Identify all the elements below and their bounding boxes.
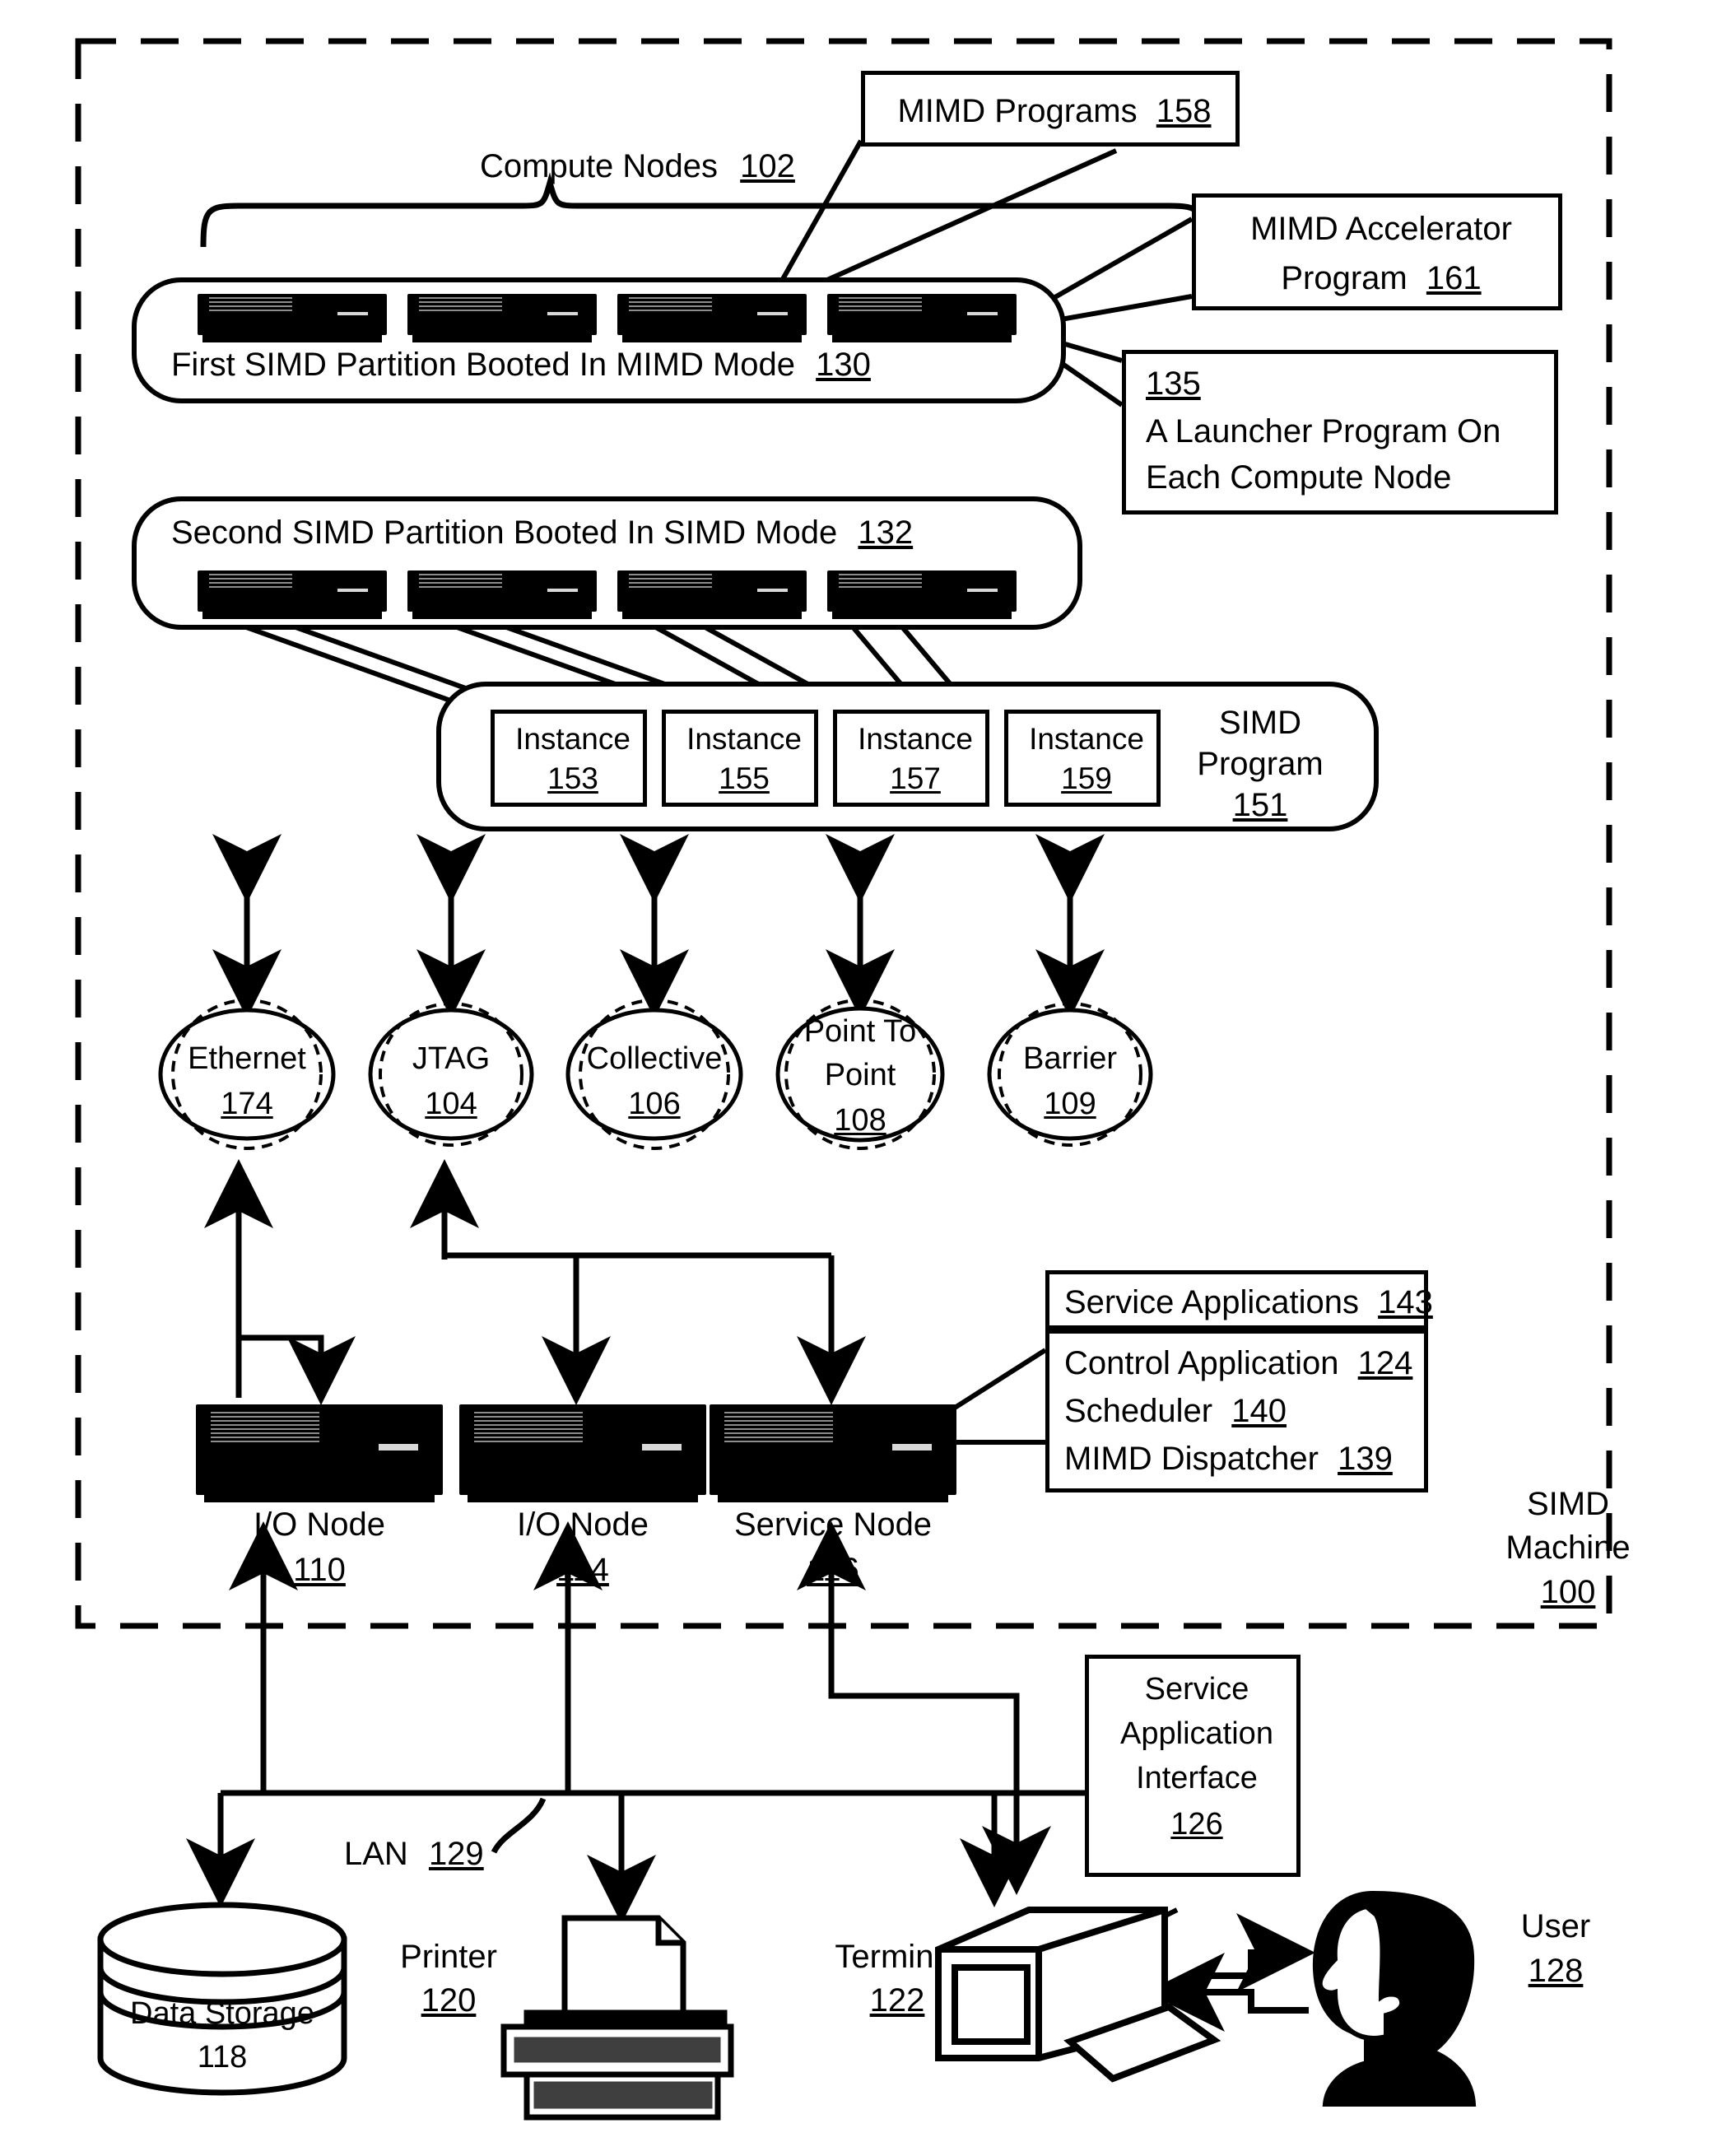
user-num: 128 <box>1528 1953 1584 1989</box>
user-icon <box>1312 1890 1477 2107</box>
patent-figure: Compute Nodes 102 MIMD Programs 158 MIMD… <box>0 0 1717 2156</box>
user-label: User <box>1520 1908 1591 1944</box>
